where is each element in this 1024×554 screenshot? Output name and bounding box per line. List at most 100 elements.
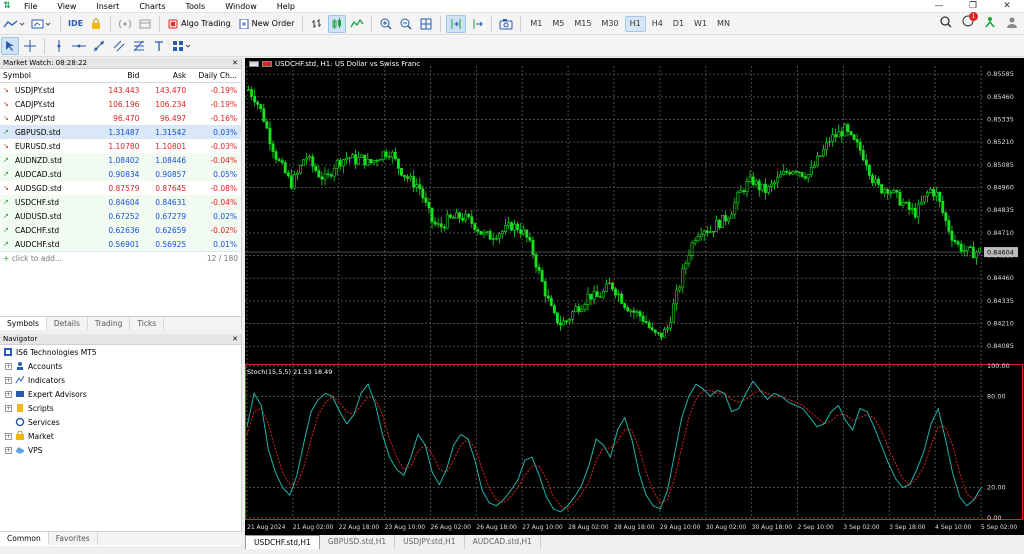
market-watch-row[interactable]: ↘ USDJPY.std 143.443 143.470 -0.19% (0, 83, 241, 97)
header-ask[interactable]: Ask (142, 71, 189, 80)
trend-line-icon[interactable] (90, 37, 108, 55)
market-watch-row[interactable]: ↗ AUDCAD.std 0.90834 0.90857 0.05% (0, 167, 241, 181)
chart-tab-usdchf[interactable]: USDCHF.std,H1 (245, 535, 320, 549)
algo-trading-button[interactable]: Algo Trading (164, 15, 235, 33)
market-watch-row[interactable]: ↘ AUDSGD.std 0.87579 0.87645 -0.08% (0, 181, 241, 195)
chart-tab-audcad[interactable]: AUDCAD.std,H1 (465, 535, 541, 549)
zoom-out-icon[interactable] (397, 15, 415, 33)
signals-person-icon[interactable] (984, 16, 996, 28)
ide-button[interactable]: IDE (66, 15, 85, 33)
nav-item-scripts[interactable]: + Scripts (0, 401, 241, 415)
tab-favorites[interactable]: Favorites (49, 532, 98, 545)
tab-details[interactable]: Details (47, 317, 88, 330)
market-watch-row[interactable]: ↘ EURUSD.std 1.10780 1.10801 -0.03% (0, 139, 241, 153)
search-icon[interactable] (940, 16, 952, 28)
nav-item-indicators[interactable]: + Indicators (0, 373, 241, 387)
bar-chart-icon[interactable] (308, 15, 326, 33)
tab-symbols[interactable]: Symbols (0, 317, 47, 330)
navigator-close-icon[interactable]: ✕ (232, 335, 238, 343)
market-watch-row[interactable]: ↗ USDCHF.std 0.84604 0.84631 -0.04% (0, 195, 241, 209)
menu-charts[interactable]: Charts (129, 0, 175, 13)
candle-body (831, 134, 835, 142)
timeframe-m5[interactable]: M5 (548, 16, 568, 32)
nav-item-accounts[interactable]: + Accounts (0, 359, 241, 373)
lock-icon[interactable] (87, 15, 105, 33)
menu-view[interactable]: View (47, 0, 86, 13)
shapes-icon[interactable] (170, 37, 194, 55)
signal-icon[interactable] (116, 15, 134, 33)
menu-help[interactable]: Help (267, 0, 305, 13)
market-watch-row[interactable]: ↗ CADCHF.std 0.62636 0.62659 -0.02% (0, 223, 241, 237)
menu-window[interactable]: Window (215, 0, 267, 13)
arrow-up-icon: ↗ (3, 212, 9, 220)
text-icon[interactable] (150, 37, 168, 55)
header-daily-change[interactable]: Daily Ch... (189, 71, 241, 80)
chart-tab-usdjpy[interactable]: USDJPY.std,H1 (395, 535, 465, 549)
price-tick-label: 0.84960 (987, 184, 1014, 192)
candle-body (812, 165, 816, 168)
tab-trading[interactable]: Trading (88, 317, 131, 330)
navigator-root[interactable]: IS6 Technologies MT5 (0, 345, 241, 359)
market-watch-close-icon[interactable]: ✕ (232, 59, 238, 67)
nav-item-services[interactable]: Services (0, 415, 241, 429)
tile-windows-icon[interactable] (417, 15, 435, 33)
horizontal-line-icon[interactable] (70, 37, 88, 55)
candlestick-icon[interactable] (328, 14, 347, 33)
market-watch-row[interactable]: ↗ GBPUSD.std 1.31487 1.31542 0.03% (0, 125, 241, 139)
new-order-button[interactable]: New Order (235, 15, 299, 33)
market-icon[interactable] (136, 15, 154, 33)
chart-area[interactable]: 0.85585 0.85460 0.85335 0.85210 0.85085 0.849… (245, 58, 1024, 535)
vertical-line-icon[interactable] (50, 37, 68, 55)
expand-icon[interactable]: + (5, 362, 12, 370)
add-symbol-row[interactable]: + click to add... 12 / 180 (0, 251, 241, 265)
stochastic-label: Stoch(15,5,5) 21.53 18.49 (247, 368, 333, 376)
timeframe-m30[interactable]: M30 (597, 16, 622, 32)
crosshair-icon[interactable] (21, 37, 39, 55)
line-chart-icon[interactable] (348, 15, 366, 33)
market-watch-row[interactable]: ↗ AUDCHF.std 0.56901 0.56925 0.01% (0, 237, 241, 251)
profiles-icon[interactable] (29, 15, 55, 33)
timeframe-m15[interactable]: M15 (570, 16, 595, 32)
tab-ticks[interactable]: Ticks (130, 317, 165, 330)
close-icon[interactable]: ✕ (990, 0, 1024, 13)
row-bid: 1.10780 (108, 141, 140, 151)
market-watch-row[interactable]: ↗ AUDUSD.std 0.67252 0.67279 0.02% (0, 209, 241, 223)
timeframe-w1[interactable]: W1 (690, 16, 711, 32)
zoom-in-icon[interactable] (377, 15, 395, 33)
chart-shift-icon[interactable] (468, 15, 486, 33)
expand-icon[interactable]: + (5, 432, 12, 440)
header-bid[interactable]: Bid (88, 71, 143, 80)
expand-icon[interactable]: + (5, 376, 12, 384)
nav-item-vps[interactable]: + VPS (0, 443, 241, 457)
menu-file[interactable]: File (14, 0, 47, 13)
market-watch-row[interactable]: ↘ AUDJPY.std 96.470 96.497 -0.16% (0, 111, 241, 125)
tab-common[interactable]: Common (0, 532, 49, 545)
nav-item-expert-advisors[interactable]: + Expert Advisors (0, 387, 241, 401)
menu-tools[interactable]: Tools (175, 0, 215, 13)
expand-icon[interactable]: + (5, 404, 12, 412)
timeframe-mn[interactable]: MN (713, 16, 734, 32)
timeframe-h1[interactable]: H1 (624, 15, 646, 32)
menu-insert[interactable]: Insert (86, 0, 129, 13)
header-symbol[interactable]: Symbol (0, 71, 88, 80)
screenshot-icon[interactable] (497, 15, 515, 33)
market-watch-row[interactable]: ↘ CADJPY.std 106.196 106.234 -0.19% (0, 97, 241, 111)
fibonacci-icon[interactable] (130, 37, 148, 55)
expand-icon[interactable]: + (5, 446, 12, 454)
timeframe-h4[interactable]: H4 (648, 16, 667, 32)
chart-canvas[interactable]: 0.85585 0.85460 0.85335 0.85210 0.85085 0.849… (245, 58, 1024, 535)
channel-icon[interactable] (110, 37, 128, 55)
market-watch-row[interactable]: ↗ AUDNZD.std 1.08402 1.08446 -0.04% (0, 153, 241, 167)
row-daily-change: 0.03% (213, 127, 237, 137)
auto-scroll-icon[interactable] (446, 14, 467, 33)
cursor-icon[interactable] (1, 36, 19, 55)
expand-icon[interactable]: + (5, 390, 12, 398)
notifications-button[interactable]: 1 (962, 12, 978, 29)
chart-type-icon[interactable] (1, 15, 27, 33)
chart-tab-gbpusd[interactable]: GBPUSD.std,H1 (320, 535, 396, 549)
timeframe-m1[interactable]: M1 (526, 16, 546, 32)
timeframe-d1[interactable]: D1 (669, 16, 688, 32)
nav-item-market[interactable]: + Market (0, 429, 241, 443)
minimize-icon[interactable]: — (922, 0, 956, 13)
account-icon[interactable] (1006, 16, 1018, 28)
